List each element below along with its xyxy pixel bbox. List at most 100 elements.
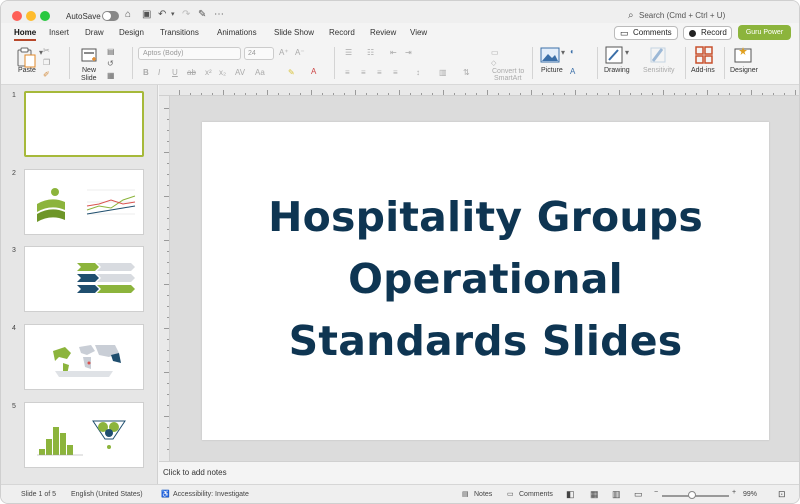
align-right-icon[interactable]: ≡ (377, 68, 382, 77)
slide-title[interactable]: Hospitality Groups Operational Standards… (242, 186, 729, 372)
subscript-icon[interactable]: x₂ (219, 68, 226, 77)
fit-slide-icon[interactable]: ⊡ (778, 489, 786, 500)
tab-view[interactable]: View (410, 28, 427, 37)
comments-button[interactable]: ▭ Comments (614, 26, 678, 40)
character-spacing-icon[interactable]: AV (235, 68, 245, 77)
tab-home[interactable]: Home (14, 28, 37, 41)
increase-indent-icon[interactable]: ⇥ (405, 48, 412, 57)
slideshow-view-icon[interactable]: ▭ (634, 489, 643, 500)
drawing-dropdown-icon[interactable]: ▾ (625, 48, 629, 57)
line-spacing-icon[interactable]: ↕ (416, 68, 420, 77)
comments-status-button[interactable]: Comments (519, 491, 553, 498)
superscript-icon[interactable]: x² (205, 68, 212, 77)
cut-icon[interactable]: ✂ (43, 46, 50, 55)
zoom-out-icon[interactable]: − (654, 489, 658, 496)
ribbon-divider (532, 47, 533, 79)
notes-button[interactable]: Notes (474, 491, 492, 498)
highlight-icon[interactable]: ✎ (288, 68, 295, 77)
decrease-indent-icon[interactable]: ⇤ (390, 48, 397, 57)
zoom-slider-handle[interactable] (688, 491, 696, 499)
slide-thumbnail-3[interactable] (24, 246, 144, 312)
format-painter-icon[interactable]: ✎ (198, 9, 206, 21)
font-size-value: 24 (248, 50, 256, 57)
picture-icon[interactable] (540, 47, 560, 63)
numbering-icon[interactable]: ☷ (367, 48, 374, 57)
autosave-toggle[interactable] (102, 11, 119, 21)
undo-icon[interactable]: ↶ (158, 9, 166, 21)
vertical-ruler[interactable] (159, 96, 170, 461)
accessibility-status[interactable]: Accessibility: Investigate (173, 491, 249, 498)
slide-counter: Slide 1 of 5 (21, 491, 57, 498)
undo-dropdown-icon[interactable]: ▾ (171, 9, 175, 21)
tab-draw[interactable]: Draw (85, 28, 104, 37)
decrease-font-icon[interactable]: A⁻ (295, 48, 305, 57)
tab-review[interactable]: Review (370, 28, 396, 37)
shapes-icon[interactable]: ◐ (570, 47, 575, 56)
font-size-select[interactable]: 24 (244, 47, 274, 60)
guru-power-button[interactable]: Guru Power (738, 25, 791, 40)
font-name-select[interactable]: Aptos (Body) (138, 47, 241, 60)
tab-transitions[interactable]: Transitions (160, 28, 199, 37)
notes-pane[interactable]: Click to add notes (159, 461, 799, 483)
copy-icon[interactable]: ❐ (43, 58, 50, 67)
drawing-icon[interactable] (605, 46, 623, 64)
italic-icon[interactable]: I (158, 68, 160, 77)
close-window-button[interactable] (12, 11, 22, 21)
bullets-icon[interactable]: ☰ (345, 48, 352, 57)
add-ins-icon[interactable] (695, 46, 713, 64)
slide-sorter-icon[interactable]: ▦ (590, 489, 599, 500)
underline-icon[interactable]: U (172, 68, 178, 77)
text-direction-icon[interactable]: ⇅ (463, 68, 470, 77)
align-text-icon[interactable]: ▭ (491, 48, 499, 57)
tab-animations[interactable]: Animations (217, 28, 257, 37)
reset-icon[interactable]: ↺ (107, 59, 114, 68)
designer-icon[interactable] (734, 46, 752, 64)
picture-dropdown-icon[interactable]: ▾ (561, 48, 565, 57)
reading-view-icon[interactable]: ▥ (612, 489, 621, 500)
save-icon[interactable]: ▣ (142, 9, 151, 21)
columns-icon[interactable]: ▥ (439, 68, 447, 77)
horizontal-ruler[interactable] (159, 85, 799, 96)
new-slide-icon[interactable] (81, 47, 97, 65)
zoom-level[interactable]: 99% (743, 491, 757, 498)
slide-thumbnail-5[interactable] (24, 402, 144, 468)
section-icon[interactable]: ▦ (107, 71, 115, 80)
redo-icon[interactable]: ↷ (182, 9, 190, 21)
increase-font-icon[interactable]: A⁺ (279, 48, 289, 57)
zoom-window-button[interactable] (40, 11, 50, 21)
align-left-icon[interactable]: ≡ (345, 68, 350, 77)
search-input[interactable]: Search (Cmd + Ctrl + U) (639, 11, 725, 20)
tab-insert[interactable]: Insert (49, 28, 69, 37)
ruler-tick (608, 93, 609, 95)
slide-thumbnail-4[interactable] (24, 324, 144, 390)
align-center-icon[interactable]: ≡ (361, 68, 366, 77)
tab-slide-show[interactable]: Slide Show (274, 28, 314, 37)
ruler-tick (729, 93, 730, 95)
zoom-in-icon[interactable]: + (732, 489, 736, 496)
minimize-window-button[interactable] (26, 11, 36, 21)
format-brush-icon[interactable]: ✐ (43, 70, 50, 79)
home-icon[interactable]: ⌂ (125, 9, 131, 21)
slide-canvas[interactable]: Hospitality Groups Operational Standards… (202, 122, 769, 440)
sensitivity-icon[interactable] (649, 46, 667, 64)
slide-thumbnail-1[interactable] (24, 91, 144, 157)
more-options-icon[interactable]: ⋯ (214, 9, 224, 21)
convert-smartart-icon[interactable]: ◇ (491, 59, 496, 67)
sensitivity-label: Sensitivity (643, 67, 675, 74)
layout-icon[interactable]: ▤ (107, 47, 115, 56)
slide-thumbnail-2[interactable] (24, 169, 144, 235)
justify-icon[interactable]: ≡ (393, 68, 398, 77)
paste-icon[interactable] (15, 46, 37, 68)
textbox-icon[interactable]: A (570, 67, 575, 76)
tab-design[interactable]: Design (119, 28, 144, 37)
tab-record[interactable]: Record (329, 28, 355, 37)
ruler-tick (465, 93, 466, 95)
font-color-icon[interactable]: A (311, 67, 316, 76)
record-button[interactable]: Record (683, 26, 732, 40)
normal-view-icon[interactable]: ◧ (566, 489, 575, 500)
strikethrough-icon[interactable]: ab (187, 68, 196, 77)
language-indicator[interactable]: English (United States) (71, 491, 143, 498)
bold-icon[interactable]: B (143, 68, 149, 77)
slide-2-preview-graphic (37, 188, 136, 222)
change-case-icon[interactable]: Aa (255, 68, 265, 77)
